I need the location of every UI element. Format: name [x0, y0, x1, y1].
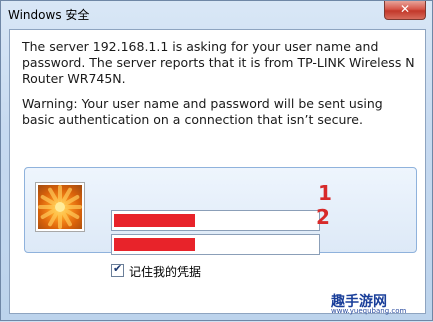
watermark: 趣手游网 www.yuequbang.com	[261, 261, 433, 322]
remember-checkbox[interactable]: ✔	[111, 262, 124, 277]
security-dialog-window: Windows 安全 ✕ The server 192.168.1.1 is a…	[0, 0, 433, 321]
server-message: The server 192.168.1.1 is asking for you…	[22, 39, 415, 86]
close-button[interactable]: ✕	[384, 1, 426, 20]
window-title: Windows 安全	[8, 8, 90, 22]
close-icon: ✕	[399, 2, 411, 16]
username-redaction	[114, 214, 195, 227]
watermark-logo-icon	[261, 267, 305, 311]
watermark-url: www.yuequbang.com	[331, 307, 407, 315]
credential-tile[interactable]: ✔ 记住我的凭据	[24, 167, 417, 279]
annotation-1: 1	[318, 181, 332, 205]
warning-message: Warning: Your user name and password wil…	[22, 96, 383, 127]
title-bar: Windows 安全 ✕	[1, 1, 432, 27]
checkmark-icon: ✔	[113, 262, 123, 275]
annotation-2: 2	[316, 205, 330, 229]
username-field[interactable]	[111, 210, 320, 231]
password-redaction	[114, 238, 195, 251]
remember-label: 记住我的凭据	[129, 265, 202, 279]
password-field[interactable]	[111, 234, 320, 255]
user-avatar-icon	[36, 183, 84, 231]
